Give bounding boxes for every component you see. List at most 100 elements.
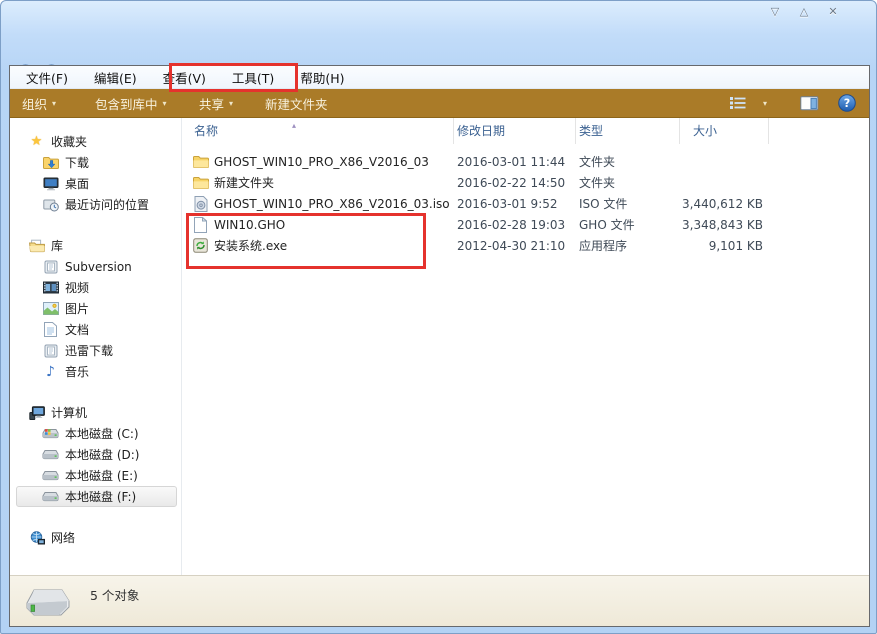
sidebar-label: 桌面	[65, 175, 89, 192]
sidebar-item-libraries[interactable]: 库	[10, 235, 181, 256]
file-type: 文件夹	[576, 174, 680, 191]
chevron-down-icon: ▾	[229, 99, 233, 108]
list-view-icon	[729, 96, 747, 110]
videos-icon	[42, 280, 59, 296]
sidebar-label: 视频	[65, 279, 89, 296]
sidebar-item-computer[interactable]: 计算机	[10, 402, 181, 423]
red-highlight-address	[169, 63, 298, 92]
sidebar-item-videos[interactable]: 视频	[10, 277, 181, 298]
column-header-size[interactable]: 大小	[680, 118, 769, 144]
share-button[interactable]: 共享 ▾	[199, 89, 233, 117]
file-date: 2016-03-01 9:52	[454, 197, 576, 211]
sidebar-label: 音乐	[65, 363, 89, 380]
sidebar-item-local-disk-e[interactable]: 本地磁盘 (E:)	[10, 465, 181, 486]
organize-button[interactable]: 组织 ▾	[22, 89, 56, 117]
sidebar-item-favorites[interactable]: ★ 收藏夹	[10, 131, 181, 152]
column-header-label: 名称	[194, 124, 218, 138]
sidebar-label: 本地磁盘 (C:)	[65, 425, 139, 442]
sidebar-item-desktop[interactable]: 桌面	[10, 173, 181, 194]
column-header-name[interactable]: 名称 ▴	[182, 118, 454, 144]
column-headers: 名称 ▴ 修改日期 类型 大小	[182, 118, 869, 144]
minimize-button[interactable]: ▽	[767, 4, 783, 20]
sidebar-label: 本地磁盘 (E:)	[65, 467, 138, 484]
preview-pane-button[interactable]	[800, 89, 819, 117]
red-highlight-files	[186, 213, 426, 269]
libraries-icon	[28, 238, 45, 254]
file-type: 文件夹	[576, 153, 680, 170]
file-type: ISO 文件	[576, 195, 680, 212]
sidebar-item-pictures[interactable]: 图片	[10, 298, 181, 319]
title-bar[interactable]: ▽ △ ✕	[1, 1, 876, 31]
close-button[interactable]: ✕	[825, 4, 841, 20]
item-count: 5 个对象	[90, 585, 139, 604]
sidebar-label: 库	[51, 237, 63, 254]
library-icon	[42, 343, 59, 359]
sidebar-item-subversion[interactable]: Subversion	[10, 256, 181, 277]
menu-file[interactable]: 文件(F)	[26, 68, 68, 87]
drive-icon	[42, 468, 59, 484]
network-icon	[28, 530, 45, 546]
table-row[interactable]: GHOST_WIN10_PRO_X86_V2016_03.iso 2016-03…	[182, 193, 869, 214]
drive-large-icon	[22, 582, 74, 626]
change-view-dropdown[interactable]: ▾	[763, 89, 767, 117]
chevron-down-icon: ▾	[763, 99, 767, 108]
sidebar-label: 本地磁盘 (D:)	[65, 446, 139, 463]
column-header-date[interactable]: 修改日期	[454, 118, 576, 144]
change-view-button[interactable]	[729, 89, 747, 117]
preview-pane-icon	[800, 96, 819, 111]
svg-text:?: ?	[844, 97, 850, 110]
file-size: 3,348,843 KB	[680, 218, 769, 232]
folder-icon	[192, 175, 209, 191]
file-type: GHO 文件	[576, 216, 680, 233]
maximize-button[interactable]: △	[796, 4, 812, 20]
table-row[interactable]: 新建文件夹 2016-02-22 14:50 文件夹	[182, 172, 869, 193]
sidebar-item-downloads[interactable]: 下载	[10, 152, 181, 173]
file-size: 9,101 KB	[680, 239, 769, 253]
sidebar-item-music[interactable]: ♪ 音乐	[10, 361, 181, 382]
system-drive-icon	[42, 426, 59, 442]
recent-places-icon	[42, 197, 59, 213]
downloads-folder-icon	[42, 155, 59, 171]
file-list-pane: 名称 ▴ 修改日期 类型 大小 GHOST_WIN10_PRO_X86_V201…	[182, 118, 869, 575]
help-button[interactable]: ?	[838, 89, 856, 117]
sidebar-label: 迅雷下载	[65, 342, 113, 359]
menu-bar: 文件(F) 编辑(E) 查看(V) 工具(T) 帮助(H)	[10, 66, 869, 89]
explorer-body: 文件(F) 编辑(E) 查看(V) 工具(T) 帮助(H) 组织 ▾ 包含到库中…	[9, 65, 870, 627]
sidebar-label: 收藏夹	[51, 133, 87, 150]
sidebar-item-thunder-downloads[interactable]: 迅雷下载	[10, 340, 181, 361]
desktop-icon	[42, 176, 59, 192]
sidebar-label: 本地磁盘 (F:)	[65, 488, 136, 505]
folder-icon	[192, 154, 209, 170]
new-folder-label: 新建文件夹	[265, 94, 328, 113]
file-name: 新建文件夹	[214, 174, 274, 191]
music-icon: ♪	[42, 364, 59, 380]
sidebar-item-local-disk-d[interactable]: 本地磁盘 (D:)	[10, 444, 181, 465]
sidebar-item-documents[interactable]: 文档	[10, 319, 181, 340]
menu-edit[interactable]: 编辑(E)	[94, 68, 137, 87]
navigation-pane: ★ 收藏夹 下载 桌面	[10, 118, 182, 575]
sidebar-item-local-disk-c[interactable]: 本地磁盘 (C:)	[10, 423, 181, 444]
chevron-down-icon: ▾	[52, 99, 56, 108]
file-size: 3,440,612 KB	[680, 197, 769, 211]
include-in-library-button[interactable]: 包含到库中 ▾	[95, 89, 167, 117]
help-icon: ?	[838, 94, 856, 112]
chevron-down-icon: ▾	[163, 99, 167, 108]
file-name: GHOST_WIN10_PRO_X86_V2016_03.iso	[214, 197, 450, 211]
menu-help[interactable]: 帮助(H)	[300, 68, 344, 87]
sidebar-label: 最近访问的位置	[65, 196, 149, 213]
sidebar-item-recent-places[interactable]: 最近访问的位置	[10, 194, 181, 215]
address-bar: ▾ ▸ 计算机 ▸ 本地磁盘 (F:) ▸ ▾ 搜索 本地磁盘 (F:)	[1, 31, 876, 65]
sidebar-item-local-disk-f[interactable]: 本地磁盘 (F:)	[16, 486, 177, 507]
explorer-window: ▽ △ ✕ ▾ ▸ 计算机 ▸ 本地磁盘 (F:) ▸ ▾ 搜索 本地磁盘 (F…	[0, 0, 877, 634]
column-header-type[interactable]: 类型	[576, 118, 680, 144]
star-icon: ★	[28, 134, 45, 150]
drive-icon	[42, 489, 59, 505]
sidebar-label: 计算机	[51, 404, 87, 421]
sidebar-item-network[interactable]: 网络	[10, 527, 181, 548]
table-row[interactable]: GHOST_WIN10_PRO_X86_V2016_03 2016-03-01 …	[182, 151, 869, 172]
file-type: 应用程序	[576, 237, 680, 254]
share-label: 共享	[199, 94, 224, 113]
sidebar-label: 下载	[65, 154, 89, 171]
new-folder-button[interactable]: 新建文件夹	[265, 89, 328, 117]
drive-icon	[42, 447, 59, 463]
